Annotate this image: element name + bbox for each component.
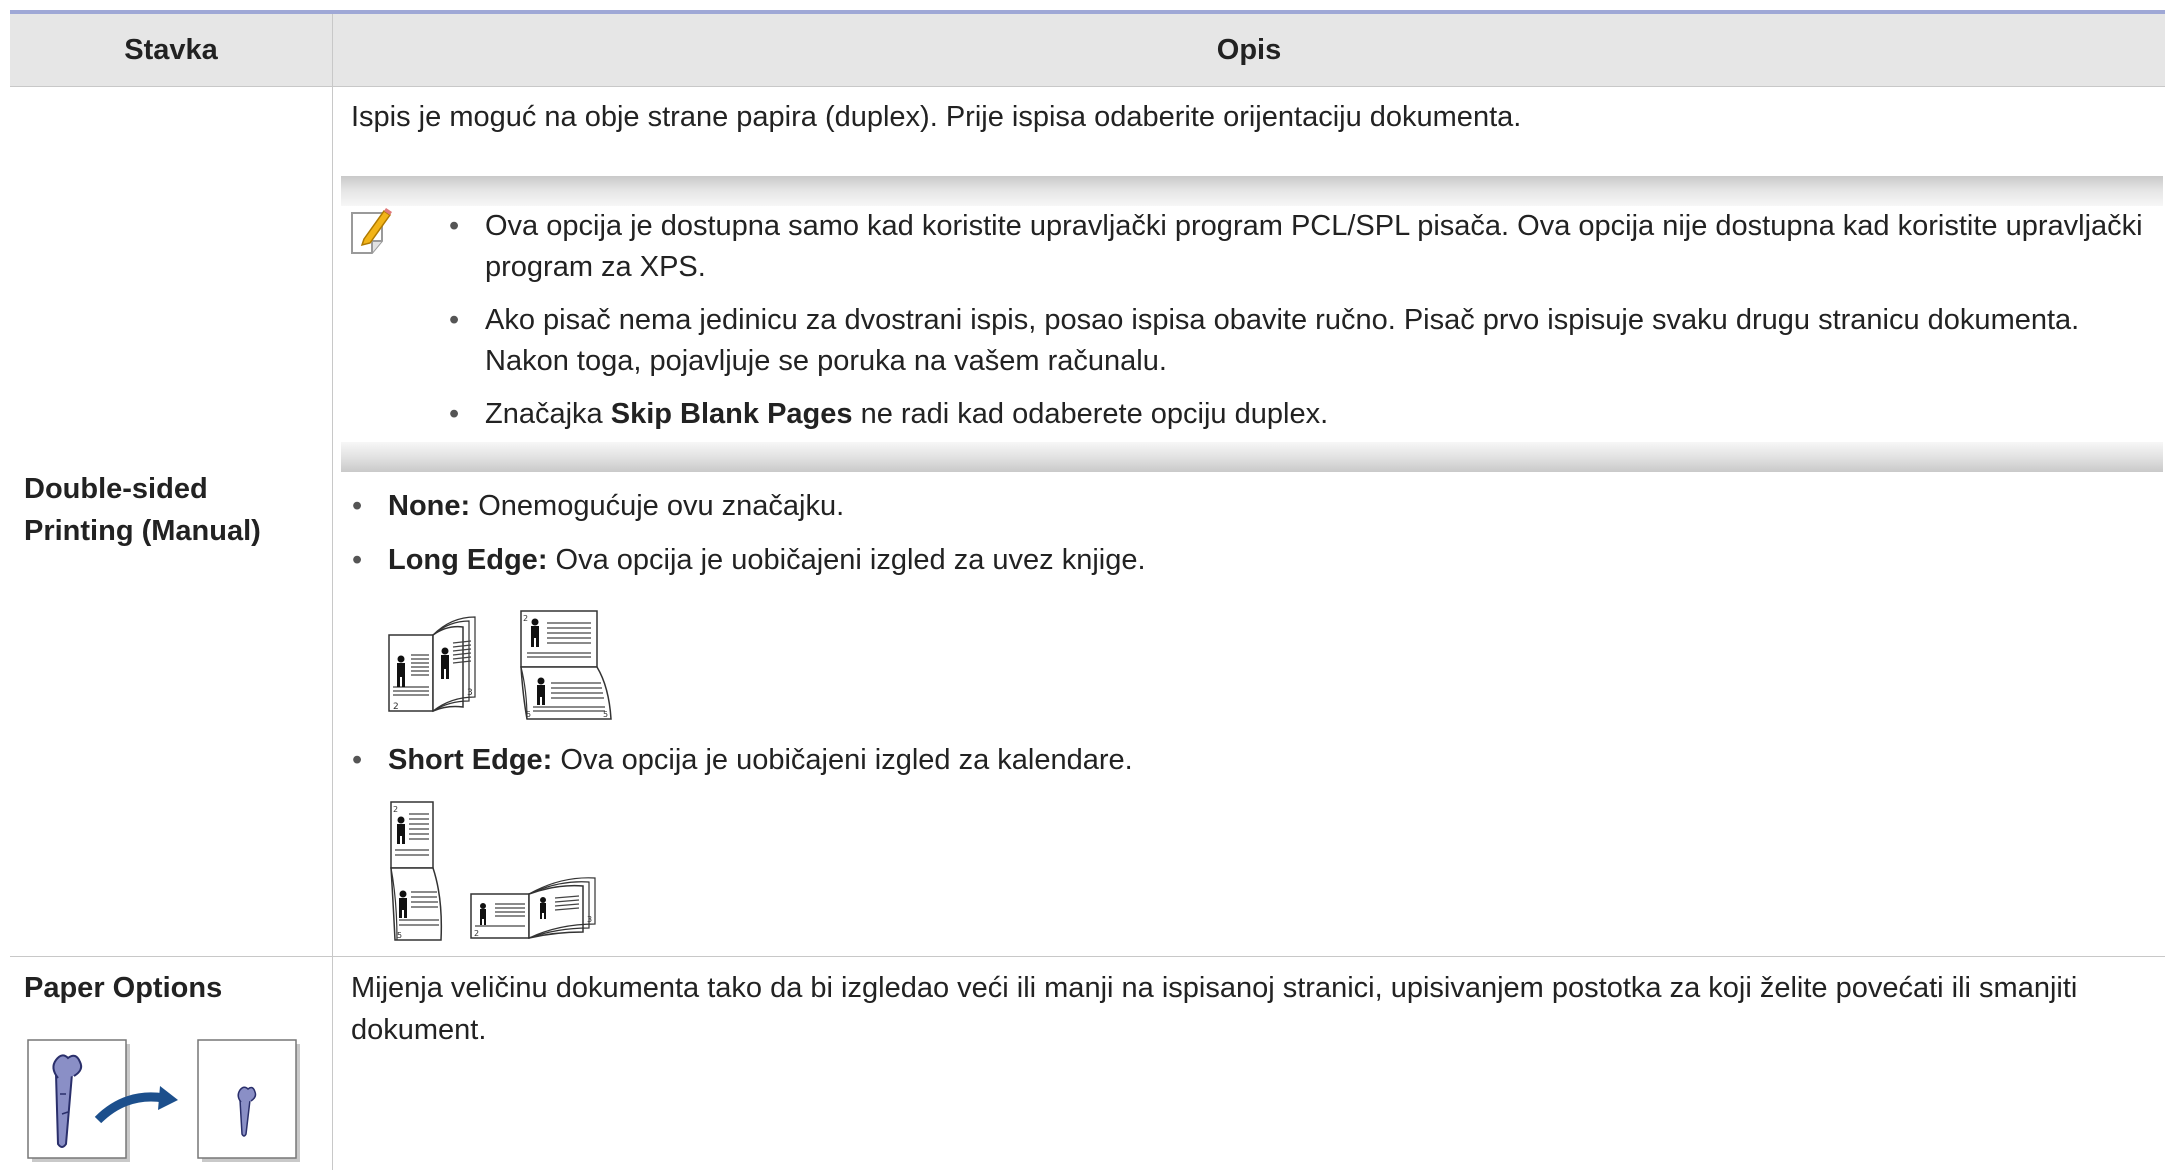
paper-options-text: Mijenja veličinu dokumenta tako da bi iz… [351,972,2078,1046]
open-book-small-figure: 2 3 [470,877,596,939]
option-text: Ova opcija je uobičajeni izgled za uvez … [547,544,1146,576]
duplex-intro-text: Ispis je moguć na obje strane papira (du… [351,101,1522,133]
row-label-paper-options: Paper Options [24,972,223,1004]
page-number: 2 [474,929,479,938]
list-item: Short Edge: Ova opcija je uobičajeni izg… [352,740,2148,781]
note-item: Ako pisač nema jedinicu za dvostrani isp… [449,300,2165,382]
flip-page-figure: 2 5 5 [520,610,612,720]
page-number: 2 [523,614,528,623]
note-item: Ova opcija je dostupna samo kad koristit… [449,206,2165,288]
option-none: None: Onemogućuje ovu značajku. [352,486,2148,527]
list-item: None: Onemogućuje ovu značajku. [352,486,2148,527]
option-long-edge: Long Edge: Ova opcija je uobičajeni izgl… [352,540,2148,581]
arrow-head [158,1086,178,1110]
open-book-figure: 2 3 [388,616,476,713]
page-number: 2 [393,805,398,814]
option-label: Short Edge: [388,744,553,776]
note-bold-term: Skip Blank Pages [610,398,853,430]
scale-illustration [27,1039,300,1162]
note-text: Značajka [485,398,611,430]
option-short-edge: Short Edge: Ova opcija je uobičajeni izg… [352,740,2148,781]
note-text: Ako pisač nema jedinicu za dvostrani isp… [485,304,2080,377]
page-number: 5 [397,931,402,940]
page-number: 3 [587,915,592,924]
note-list: Ova opcija je dostupna samo kad koristit… [449,206,2165,447]
page-number: 5 [526,710,531,719]
page-number: 2 [393,702,399,712]
option-label: Long Edge: [388,544,548,576]
options-table: Stavka Opis Double-sided Printing (Manua… [10,10,2165,1170]
header-opis: Opis [333,14,2165,86]
note-pencil-icon [351,208,392,254]
option-text: Ova opcija je uobičajeni izgled za kalen… [552,744,1133,776]
row-label-double-sided: Double-sided Printing (Manual) [24,473,261,547]
option-label: None: [388,490,471,522]
short-edge-illustration: 2 5 2 3 [390,801,596,941]
header-divider [10,86,2165,87]
page-number: 5 [603,710,608,719]
calendar-flip-figure: 2 5 [390,801,443,941]
row-divider [10,956,2165,957]
list-item: Long Edge: Ova opcija je uobičajeni izgl… [352,540,2148,581]
note-bottom-bar [341,442,2163,472]
note-top-bar [341,176,2163,206]
note-item: Značajka Skip Blank Pages ne radi kad od… [449,394,2165,435]
note-text: ne radi kad odaberete opciju duplex. [852,398,1329,430]
long-edge-illustration: 2 3 2 5 5 [388,610,612,720]
option-text: Onemogućuje ovu značajku. [470,490,845,522]
column-divider [332,14,333,1170]
header-stavka: Stavka [10,14,332,86]
page-number: 3 [467,688,473,698]
note-text: Ova opcija je dostupna samo kad koristit… [485,210,2143,283]
